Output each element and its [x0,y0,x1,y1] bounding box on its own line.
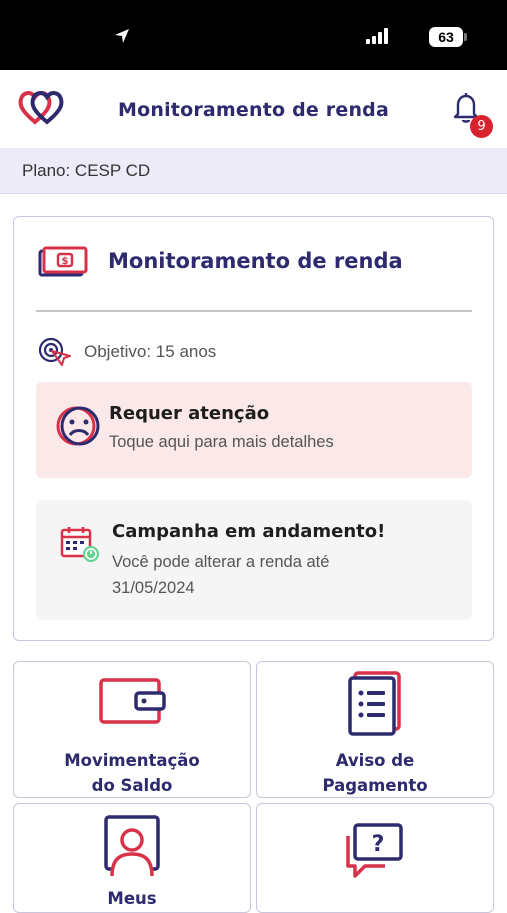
campaign-line-1: Você pode alterar a renda até [112,553,330,571]
campaign-text: Você pode alterar a renda até 31/05/2024 [112,549,442,601]
tile-label-line-1: Movimentação [64,751,200,770]
money-bill-icon: $ [38,246,88,282]
tile-label-line-1: Aviso de [335,751,415,770]
location-arrow-icon [113,27,131,49]
svg-text:?: ? [372,832,385,857]
signal-icon [366,28,390,48]
sad-face-icon [56,404,102,452]
battery-icon: 63 [429,27,463,47]
target-icon [38,336,74,372]
campaign-title: Campanha em andamento! [112,521,386,542]
tile-payment-notice[interactable]: Aviso de Pagamento [256,661,494,798]
document-icon [347,670,405,740]
network-type: 5G [397,27,422,47]
notification-badge[interactable]: 9 [470,115,493,138]
tile-label-line-2: Pagamento [322,776,428,795]
tile-help[interactable]: ? [256,803,494,913]
plan-label: Plano: CESP CD [22,161,151,180]
profile-icon [103,814,163,882]
card-divider [36,310,472,312]
battery-tip [464,33,467,41]
svg-text:$: $ [62,256,69,267]
alert-subtitle: Toque aqui para mais detalhes [109,433,334,451]
help-chat-icon: ? [345,822,407,886]
tile-balance-movement[interactable]: Movimentação do Saldo [13,661,251,798]
status-time: 15:15 [54,24,108,47]
tile-label-line-2: do Saldo [91,776,173,795]
page-title: Monitoramento de renda [118,99,389,121]
tile-my-profile[interactable]: Meus [13,803,251,913]
wallet-icon [98,677,170,731]
alert-title: Requer atenção [109,403,270,424]
tile-label-line-1: Meus [107,889,157,908]
card-title: Monitoramento de renda [108,249,403,273]
campaign-date: 31/05/2024 [112,579,195,597]
calendar-icon [60,525,102,571]
objective-text: Objetivo: 15 anos [84,342,217,361]
